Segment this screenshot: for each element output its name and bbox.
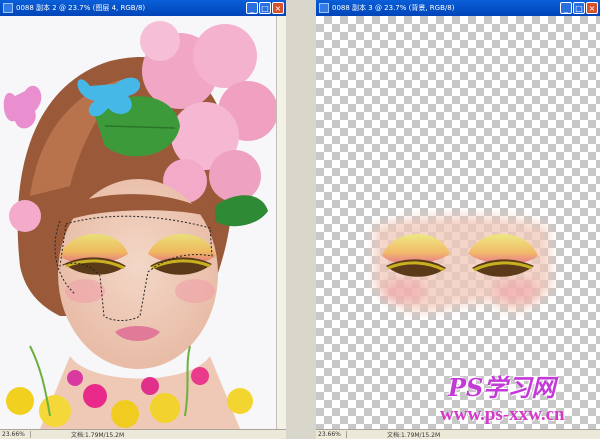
maximize-button[interactable]: □ [573,2,585,14]
right-window-title: 0088 副本 3 @ 23.7% (背景, RGB/8) [332,4,455,12]
left-doc-info: 文档:1.79M/15.2M [71,432,125,439]
close-button[interactable]: × [586,2,598,14]
right-status-bar: 23.66% 文档:1.79M/15.2M [316,429,600,439]
minimize-button[interactable]: _ [560,2,572,14]
minimize-button[interactable]: _ [246,2,258,14]
left-zoom-level[interactable]: 23.66% [0,431,31,438]
photoshop-app-icon [3,3,13,13]
photoshop-app-icon [319,3,329,13]
right-window-titlebar[interactable]: 0088 副本 3 @ 23.7% (背景, RGB/8) _ □ × [316,0,600,16]
portrait-image [0,16,276,429]
left-window-titlebar[interactable]: 0088 副本 2 @ 23.7% (图层 4, RGB/8) _ □ × [0,0,286,16]
left-canvas[interactable] [0,16,276,429]
left-document-window[interactable]: 0088 副本 2 @ 23.7% (图层 4, RGB/8) _ □ × 23… [0,0,286,439]
left-window-title: 0088 副本 2 @ 23.7% (图层 4, RGB/8) [16,4,146,12]
left-status-bar: 23.66% 文档:1.79M/15.2M [0,429,286,439]
right-doc-info: 文档:1.79M/15.2M [387,432,441,439]
watermark-brand: PS学习网 [448,373,556,402]
watermark-logo: PS学习网 www.ps-xxw.cn [440,368,600,428]
close-button[interactable]: × [272,2,284,14]
right-zoom-level[interactable]: 23.66% [316,431,347,438]
watermark-url: www.ps-xxw.cn [440,404,565,425]
maximize-button[interactable]: □ [259,2,271,14]
left-vertical-scrollbar[interactable] [276,16,286,429]
